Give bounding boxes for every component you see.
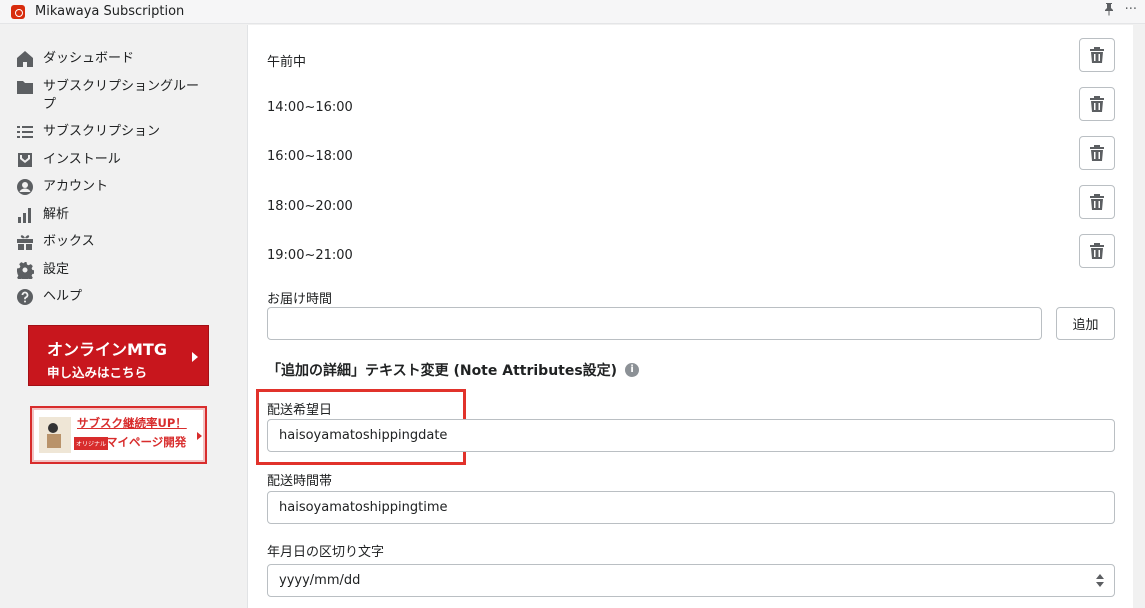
more-actions-icon[interactable]: ··· <box>1125 2 1137 20</box>
sidebar-item-label: ダッシュボード <box>43 51 135 66</box>
date-separator-value: yyyy/mm/dd <box>279 573 361 588</box>
online-meeting-banner[interactable]: オンラインMTG 申し込みはこちら <box>28 325 209 386</box>
trash-icon <box>1090 243 1104 259</box>
sidebar: ダッシュボード サブスクリプショングループ サブスクリプション インストール ア… <box>0 25 223 608</box>
sidebar-item-dashboard[interactable]: ダッシュボード <box>16 50 134 68</box>
sidebar-item-label: ボックス <box>43 234 95 249</box>
sidebar-item-label: サブスクリプション <box>43 124 161 139</box>
install-icon <box>16 151 34 169</box>
home-icon <box>16 50 34 68</box>
sidebar-item-analytics[interactable]: 解析 <box>16 206 69 224</box>
note-attributes-heading: 「追加の詳細」テキスト変更 (Note Attributes設定) i <box>267 360 640 380</box>
sidebar-item-account[interactable]: アカウント <box>16 178 108 196</box>
arrow-right-icon <box>192 352 198 362</box>
section-title: 「追加の詳細」テキスト変更 (Note Attributes設定) <box>267 363 618 379</box>
shipping-time-label: 配送時間帯 <box>267 474 333 489</box>
sidebar-item-subscriptions[interactable]: サブスクリプション <box>16 123 160 141</box>
app-logo-icon <box>11 4 25 19</box>
add-time-slot-button[interactable]: 追加 <box>1056 307 1115 340</box>
sidebar-item-label: ヘルプ <box>43 289 83 304</box>
shipping-time-input[interactable]: haisoyamatoshippingtime <box>267 491 1115 524</box>
time-slot-label: 16:00~18:00 <box>267 149 353 164</box>
trash-icon <box>1090 96 1104 112</box>
scrollbar[interactable] <box>1135 25 1145 608</box>
shipping-date-label: 配送希望日 <box>267 403 333 418</box>
sidebar-item-settings[interactable]: 設定 <box>16 261 69 279</box>
time-slot-label: 14:00~16:00 <box>267 100 353 115</box>
info-icon[interactable]: i <box>625 363 640 377</box>
gear-icon <box>16 261 34 279</box>
time-slot-label: 午前中 <box>267 55 307 70</box>
sidebar-item-subscription-groups[interactable]: サブスクリプショングループ <box>16 78 208 114</box>
sidebar-item-install[interactable]: インストール <box>16 151 121 169</box>
delivery-time-input[interactable] <box>267 307 1042 340</box>
sidebar-item-help[interactable]: ヘルプ <box>16 288 82 306</box>
settings-card: 午前中 14:00~16:00 16:00~18:00 18:00~20:00 … <box>247 25 1133 608</box>
date-separator-label: 年月日の区切り文字 <box>267 545 385 560</box>
shipping-date-input[interactable]: haisoyamatoshippingdate <box>267 419 1115 452</box>
online-meeting-banner-title: オンラインMTG <box>47 340 167 359</box>
delete-time-slot-button[interactable] <box>1079 38 1115 72</box>
mypage-banner-subtitle: マイページ開発 <box>106 435 187 449</box>
mypage-banner-tag: オリジナル <box>74 437 109 450</box>
sidebar-item-label: 設定 <box>43 262 70 277</box>
delete-time-slot-button[interactable] <box>1079 87 1115 121</box>
mypage-banner-title: サブスク継続率UP！ <box>77 416 187 430</box>
person-illustration-icon <box>39 417 71 453</box>
delete-time-slot-button[interactable] <box>1079 185 1115 219</box>
gift-icon <box>16 233 34 251</box>
mypage-development-banner[interactable]: サブスク継続率UP！ オリジナル マイページ開発 <box>30 406 207 464</box>
online-meeting-banner-subtitle: 申し込みはこちら <box>47 365 148 380</box>
time-slot-label: 18:00~20:00 <box>267 199 353 214</box>
select-caret-icon <box>1096 574 1104 588</box>
delete-time-slot-button[interactable] <box>1079 136 1115 170</box>
date-separator-select[interactable]: yyyy/mm/dd <box>267 564 1115 597</box>
trash-icon <box>1090 194 1104 210</box>
delivery-time-label: お届け時間 <box>267 292 333 307</box>
delete-time-slot-button[interactable] <box>1079 234 1115 268</box>
folder-icon <box>16 78 34 96</box>
trash-icon <box>1090 47 1104 63</box>
app-titlebar: Mikawaya Subscription ··· <box>0 0 1145 24</box>
sidebar-item-label: サブスクリプショングループ <box>43 79 200 112</box>
arrow-right-icon <box>197 432 202 440</box>
list-icon <box>16 123 34 141</box>
sidebar-item-label: アカウント <box>43 179 109 194</box>
help-icon <box>16 288 34 306</box>
account-icon <box>16 178 34 196</box>
pin-icon[interactable] <box>1103 2 1115 20</box>
app-title: Mikawaya Subscription <box>35 4 185 19</box>
analytics-icon <box>16 206 34 224</box>
sidebar-item-label: 解析 <box>43 207 70 222</box>
sidebar-item-label: インストール <box>43 152 121 167</box>
trash-icon <box>1090 145 1104 161</box>
time-slot-label: 19:00~21:00 <box>267 248 353 263</box>
sidebar-item-box[interactable]: ボックス <box>16 233 95 251</box>
